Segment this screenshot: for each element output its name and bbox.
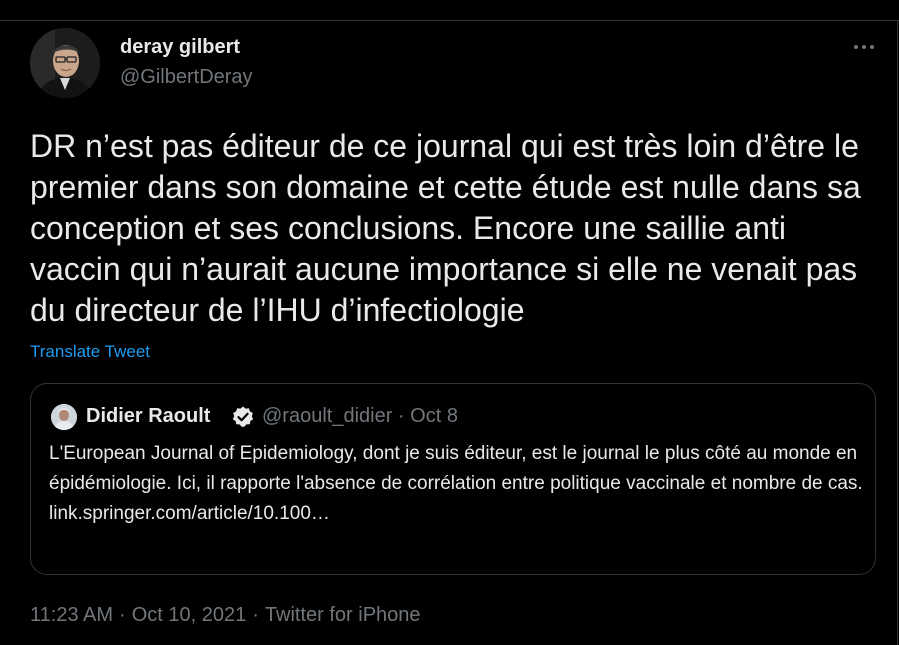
right-divider [897,20,898,645]
author-display-name[interactable]: deray gilbert [120,36,240,59]
avatar-image [30,28,100,98]
tweet-metadata: 11:23 AM · Oct 10, 2021 · Twitter for iPhone [30,604,421,627]
quoted-tweet-text: L'European Journal of Epidemiology, dont… [49,443,863,494]
meta-separator: · [119,604,126,626]
quoted-tweet-link[interactable]: link.springer.com/article/10.100… [49,499,864,529]
quoted-author-avatar[interactable] [51,404,77,430]
tweet-source[interactable]: Twitter for iPhone [265,604,421,626]
quoted-tweet-card[interactable]: Didier Raoult @raoult_didier · Oct 8 L'E… [30,383,876,575]
tweet-date[interactable]: Oct 10, 2021 [132,604,247,626]
tweet-time[interactable]: 11:23 AM [30,604,113,626]
top-divider [0,20,899,21]
meta-separator: · [252,604,259,626]
quoted-author-name[interactable]: Didier Raoult [86,405,210,428]
verified-badge-icon [231,405,255,429]
quoted-avatar-image [51,404,77,430]
quoted-handle-date: @raoult_didier · Oct 8 [262,405,458,427]
author-avatar[interactable] [30,28,100,98]
more-horizontal-icon [854,45,874,49]
more-options-button[interactable] [846,32,882,62]
quoted-tweet-text-block: L'European Journal of Epidemiology, dont… [49,439,864,529]
translate-tweet-link[interactable]: Translate Tweet [30,342,150,362]
tweet-text: DR n’est pas éditeur de ce journal qui e… [30,128,861,328]
author-handle[interactable]: @GilbertDeray [120,66,253,89]
